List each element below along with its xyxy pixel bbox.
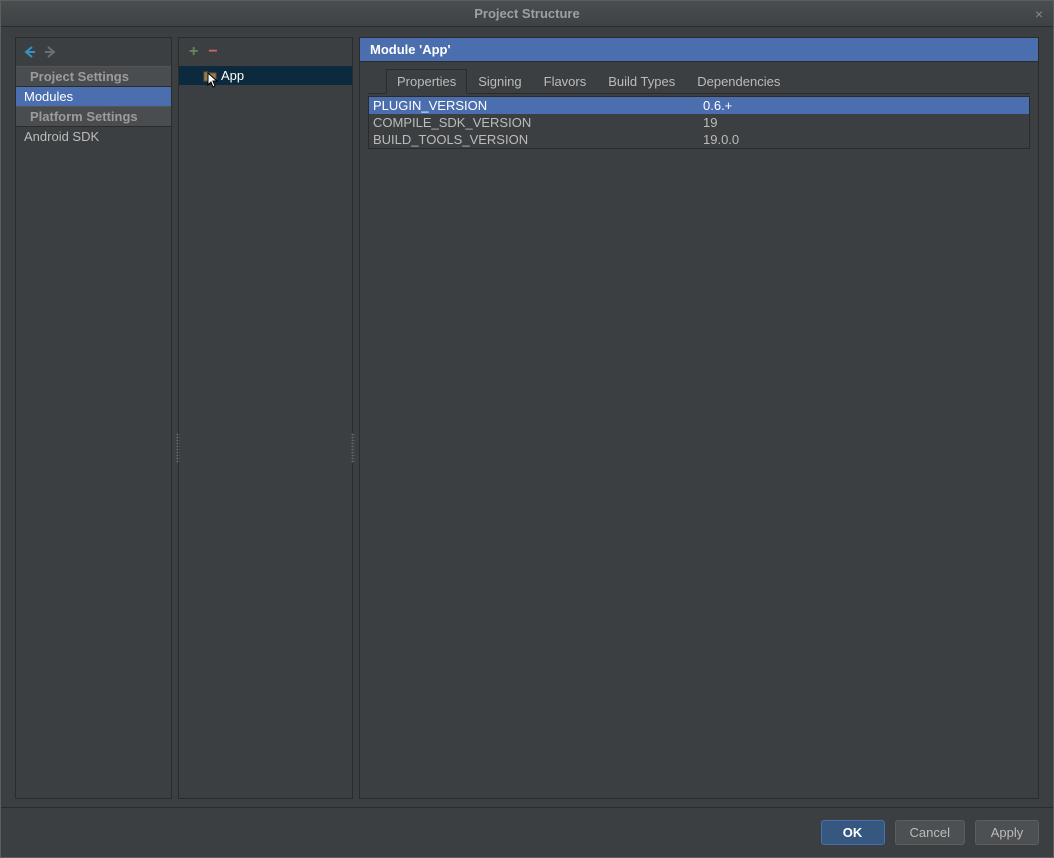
details-header: Module 'App' (360, 38, 1038, 62)
tab-label: Flavors (544, 74, 587, 89)
window-title: Project Structure (474, 6, 579, 21)
back-arrow-icon[interactable] (23, 45, 37, 59)
close-icon[interactable]: × (1035, 6, 1043, 22)
add-module-icon[interactable]: + (189, 43, 198, 61)
tab-signing[interactable]: Signing (467, 69, 532, 94)
project-structure-dialog: Project Structure × Project Settings Mo (0, 0, 1054, 858)
properties-table: PLUGIN_VERSION 0.6.+ COMPILE_SDK_VERSION… (368, 96, 1030, 149)
tab-dependencies[interactable]: Dependencies (686, 69, 791, 94)
remove-module-icon[interactable]: − (208, 43, 217, 61)
property-value: 19.0.0 (703, 132, 1025, 147)
button-label: Apply (991, 825, 1024, 840)
section-project-settings: Project Settings (16, 66, 171, 87)
tab-properties[interactable]: Properties (386, 69, 467, 94)
ok-button[interactable]: OK (821, 820, 885, 845)
property-row[interactable]: COMPILE_SDK_VERSION 19 (369, 114, 1029, 131)
property-row[interactable]: BUILD_TOOLS_VERSION 19.0.0 (369, 131, 1029, 148)
sidebar-item-label: Android SDK (24, 129, 99, 144)
module-item-app[interactable]: App (179, 66, 352, 85)
modules-column: + − App (178, 37, 353, 799)
property-value: 19 (703, 115, 1025, 130)
sidebar-item-android-sdk[interactable]: Android SDK (16, 127, 171, 146)
sidebar-item-modules[interactable]: Modules (16, 87, 171, 106)
tab-label: Signing (478, 74, 521, 89)
property-key: PLUGIN_VERSION (373, 98, 703, 113)
nav-arrows (16, 38, 171, 66)
property-key: BUILD_TOOLS_VERSION (373, 132, 703, 147)
apply-button[interactable]: Apply (975, 820, 1039, 845)
sidebar-item-label: Modules (24, 89, 73, 104)
button-label: OK (843, 825, 863, 840)
module-toolbar: + − (179, 38, 352, 66)
resize-handle-icon[interactable] (351, 433, 355, 463)
cancel-button[interactable]: Cancel (895, 820, 965, 845)
section-platform-settings: Platform Settings (16, 106, 171, 127)
tab-label: Build Types (608, 74, 675, 89)
settings-list: Project Settings Modules Platform Settin… (16, 66, 171, 798)
titlebar: Project Structure × (1, 1, 1053, 27)
dialog-footer: OK Cancel Apply (1, 807, 1053, 857)
details-column: Module 'App' Properties Signing Flavors … (359, 37, 1039, 799)
tab-build-types[interactable]: Build Types (597, 69, 686, 94)
property-key: COMPILE_SDK_VERSION (373, 115, 703, 130)
main-area: Project Settings Modules Platform Settin… (1, 27, 1053, 799)
property-value: 0.6.+ (703, 98, 1025, 113)
settings-column: Project Settings Modules Platform Settin… (15, 37, 172, 799)
tab-strip: Properties Signing Flavors Build Types D… (368, 68, 1030, 94)
tab-flavors[interactable]: Flavors (533, 69, 598, 94)
details-body: Properties Signing Flavors Build Types D… (360, 62, 1038, 798)
folder-icon (203, 70, 217, 82)
tab-label: Dependencies (697, 74, 780, 89)
dialog-content: Project Settings Modules Platform Settin… (1, 27, 1053, 857)
forward-arrow-icon[interactable] (43, 45, 57, 59)
module-item-label: App (221, 68, 244, 83)
resize-handle-icon[interactable] (176, 433, 180, 463)
button-label: Cancel (910, 825, 950, 840)
property-row[interactable]: PLUGIN_VERSION 0.6.+ (369, 97, 1029, 114)
module-list: App (179, 66, 352, 798)
tab-label: Properties (397, 74, 456, 89)
